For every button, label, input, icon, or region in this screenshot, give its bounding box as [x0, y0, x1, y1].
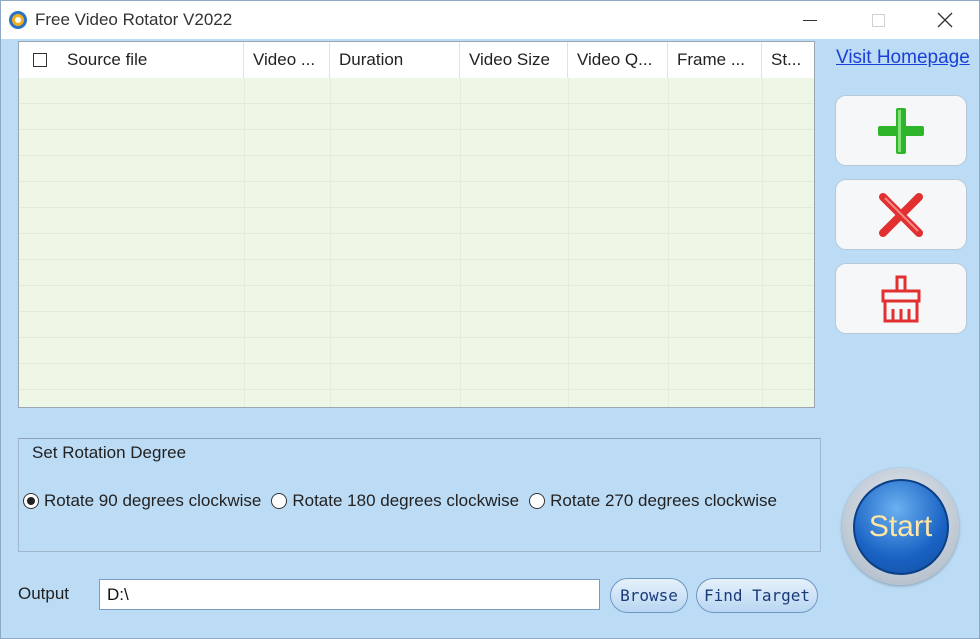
- column-label: Frame ...: [677, 50, 746, 69]
- grid-row-line: [19, 207, 814, 208]
- grid-row-line: [19, 103, 814, 104]
- grid-column-line: [330, 78, 331, 407]
- rotation-degree-group: Set Rotation Degree Rotate 90 degrees cl…: [18, 438, 821, 552]
- grid-column-line: [460, 78, 461, 407]
- grid-row-line: [19, 389, 814, 390]
- maximize-icon: [871, 13, 885, 27]
- plus-icon: [878, 107, 924, 154]
- close-button[interactable]: [922, 1, 968, 39]
- rotate-270-option[interactable]: Rotate 270 degrees clockwise: [529, 491, 777, 511]
- grid-row-line: [19, 155, 814, 156]
- maximize-button: [855, 1, 901, 39]
- option-label: Rotate 270 degrees clockwise: [550, 491, 777, 510]
- radio-icon[interactable]: [271, 493, 288, 509]
- grid-row-line: [19, 181, 814, 182]
- grid-row-line: [19, 285, 814, 286]
- grid-column-line: [762, 78, 763, 407]
- remove-file-button[interactable]: [835, 179, 967, 250]
- column-label: Duration: [339, 50, 404, 69]
- option-label: Rotate 90 degrees clockwise: [44, 491, 262, 510]
- grid-row-line: [19, 311, 814, 312]
- grid-row-line: [19, 233, 814, 234]
- column-source-file[interactable]: Source file: [19, 42, 244, 78]
- output-path-input[interactable]: [99, 579, 600, 610]
- column-label: Video Size: [469, 50, 550, 69]
- app-window: Free Video Rotator V2022 Source file Vid…: [0, 0, 980, 639]
- column-duration[interactable]: Duration: [330, 42, 460, 78]
- column-video-size[interactable]: Video Size: [460, 42, 568, 78]
- window-title: Free Video Rotator V2022: [35, 10, 233, 29]
- column-label: Source file: [67, 50, 148, 69]
- grid-row-line: [19, 337, 814, 338]
- radio-selected-icon[interactable]: [23, 493, 39, 509]
- close-icon: [937, 12, 953, 28]
- start-button[interactable]: Start: [842, 468, 959, 585]
- list-header: Source file Video ... Duration Video Siz…: [19, 42, 814, 78]
- select-all-checkbox[interactable]: [33, 53, 47, 67]
- find-target-button[interactable]: Find Target: [696, 578, 818, 613]
- grid-row-line: [19, 129, 814, 130]
- radio-icon[interactable]: [529, 493, 546, 509]
- rotation-options: Rotate 90 degrees clockwise Rotate 180 d…: [23, 491, 777, 511]
- grid-column-line: [244, 78, 245, 407]
- list-body[interactable]: [19, 78, 814, 407]
- x-icon: [879, 192, 923, 237]
- column-video-format[interactable]: Video ...: [244, 42, 330, 78]
- app-logo-icon: [9, 11, 27, 29]
- title-bar[interactable]: Free Video Rotator V2022: [1, 1, 979, 39]
- column-status[interactable]: St...: [762, 42, 814, 78]
- clear-list-button[interactable]: [835, 263, 967, 334]
- minimize-icon: [803, 19, 817, 21]
- browse-button[interactable]: Browse: [610, 578, 688, 613]
- column-label: St...: [771, 50, 802, 69]
- column-frame-rate[interactable]: Frame ...: [668, 42, 762, 78]
- output-label: Output: [18, 584, 70, 603]
- option-label: Rotate 180 degrees clockwise: [292, 491, 520, 510]
- minimize-button[interactable]: [787, 1, 833, 39]
- column-video-quality[interactable]: Video Q...: [568, 42, 668, 78]
- group-title: Set Rotation Degree: [32, 443, 187, 463]
- rotate-90-option[interactable]: Rotate 90 degrees clockwise: [23, 491, 261, 511]
- grid-column-line: [568, 78, 569, 407]
- grid-row-line: [19, 363, 814, 364]
- file-list[interactable]: Source file Video ... Duration Video Siz…: [18, 41, 815, 408]
- grid-row-line: [19, 259, 814, 260]
- grid-column-line: [668, 78, 669, 407]
- broom-icon: [881, 275, 921, 322]
- column-label: Video ...: [253, 50, 316, 69]
- rotate-180-option[interactable]: Rotate 180 degrees clockwise: [271, 491, 519, 511]
- visit-homepage-link[interactable]: Visit Homepage: [836, 47, 970, 69]
- column-label: Video Q...: [577, 50, 653, 69]
- start-label: Start: [868, 509, 933, 543]
- add-file-button[interactable]: [835, 95, 967, 166]
- start-button-face: Start: [852, 478, 949, 575]
